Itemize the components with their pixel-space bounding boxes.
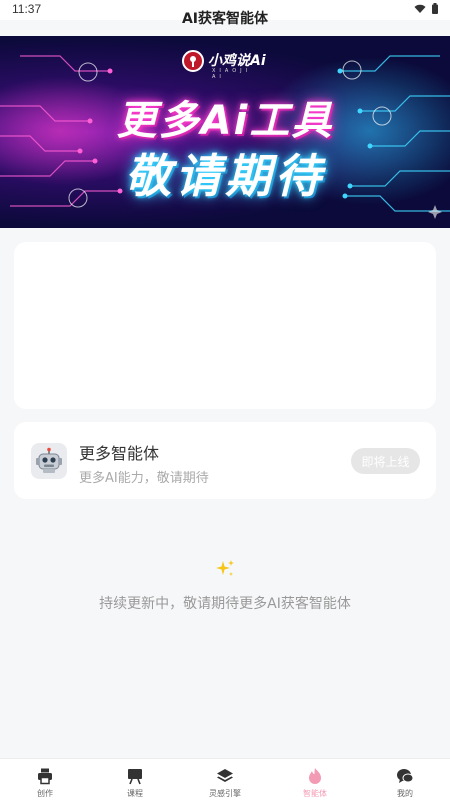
- agent-description: 更多AI能力，敬请期待: [79, 471, 209, 486]
- coming-soon-button[interactable]: 即将上线: [351, 448, 420, 474]
- tab-create[interactable]: 创作: [0, 759, 90, 801]
- brand-name: 小鸡说Ai: [208, 53, 266, 69]
- banner-headline-1: 更多Ai工具: [116, 98, 334, 144]
- chat-icon: [397, 769, 414, 783]
- tab-label: 创作: [37, 789, 53, 798]
- update-notice: 持续更新中，敬请期待更多AI获客智能体: [99, 596, 351, 612]
- board-icon: [128, 769, 142, 785]
- agent-card[interactable]: 更多智能体 更多AI能力，敬请期待 即将上线: [14, 422, 436, 499]
- printer-icon: [38, 768, 52, 785]
- content-card: [14, 242, 436, 409]
- sparkle-icon: [216, 560, 234, 576]
- tab-profile[interactable]: 我的: [360, 759, 450, 801]
- brand-subtitle: XIAOJI AI: [212, 68, 252, 80]
- promo-banner[interactable]: 小鸡说Ai XIAOJI AI 更多Ai工具 敬请期待: [0, 36, 450, 228]
- agent-title: 更多智能体: [79, 444, 160, 463]
- tab-courses[interactable]: 课程: [90, 759, 180, 801]
- title-bar: AI获客智能体: [0, 0, 450, 36]
- robot-icon: [31, 443, 67, 479]
- bottom-tab-bar: 创作 课程 灵感引擎 智能体 我的: [0, 758, 450, 801]
- tab-label: 智能体: [303, 789, 327, 798]
- fire-icon: [309, 768, 321, 784]
- brand-logo: 小鸡说Ai XIAOJI AI: [182, 50, 266, 80]
- layers-icon: [217, 769, 233, 782]
- tab-agents[interactable]: 智能体: [270, 759, 360, 801]
- brand-mark-icon: [182, 50, 204, 72]
- tab-label: 课程: [127, 789, 143, 798]
- banner-headline-2: 敬请期待: [125, 149, 325, 203]
- page-title: AI获客智能体: [181, 11, 269, 27]
- tab-label: 我的: [397, 789, 413, 798]
- tab-inspiration-engine[interactable]: 灵感引擎: [180, 759, 270, 801]
- tab-label: 灵感引擎: [209, 789, 241, 798]
